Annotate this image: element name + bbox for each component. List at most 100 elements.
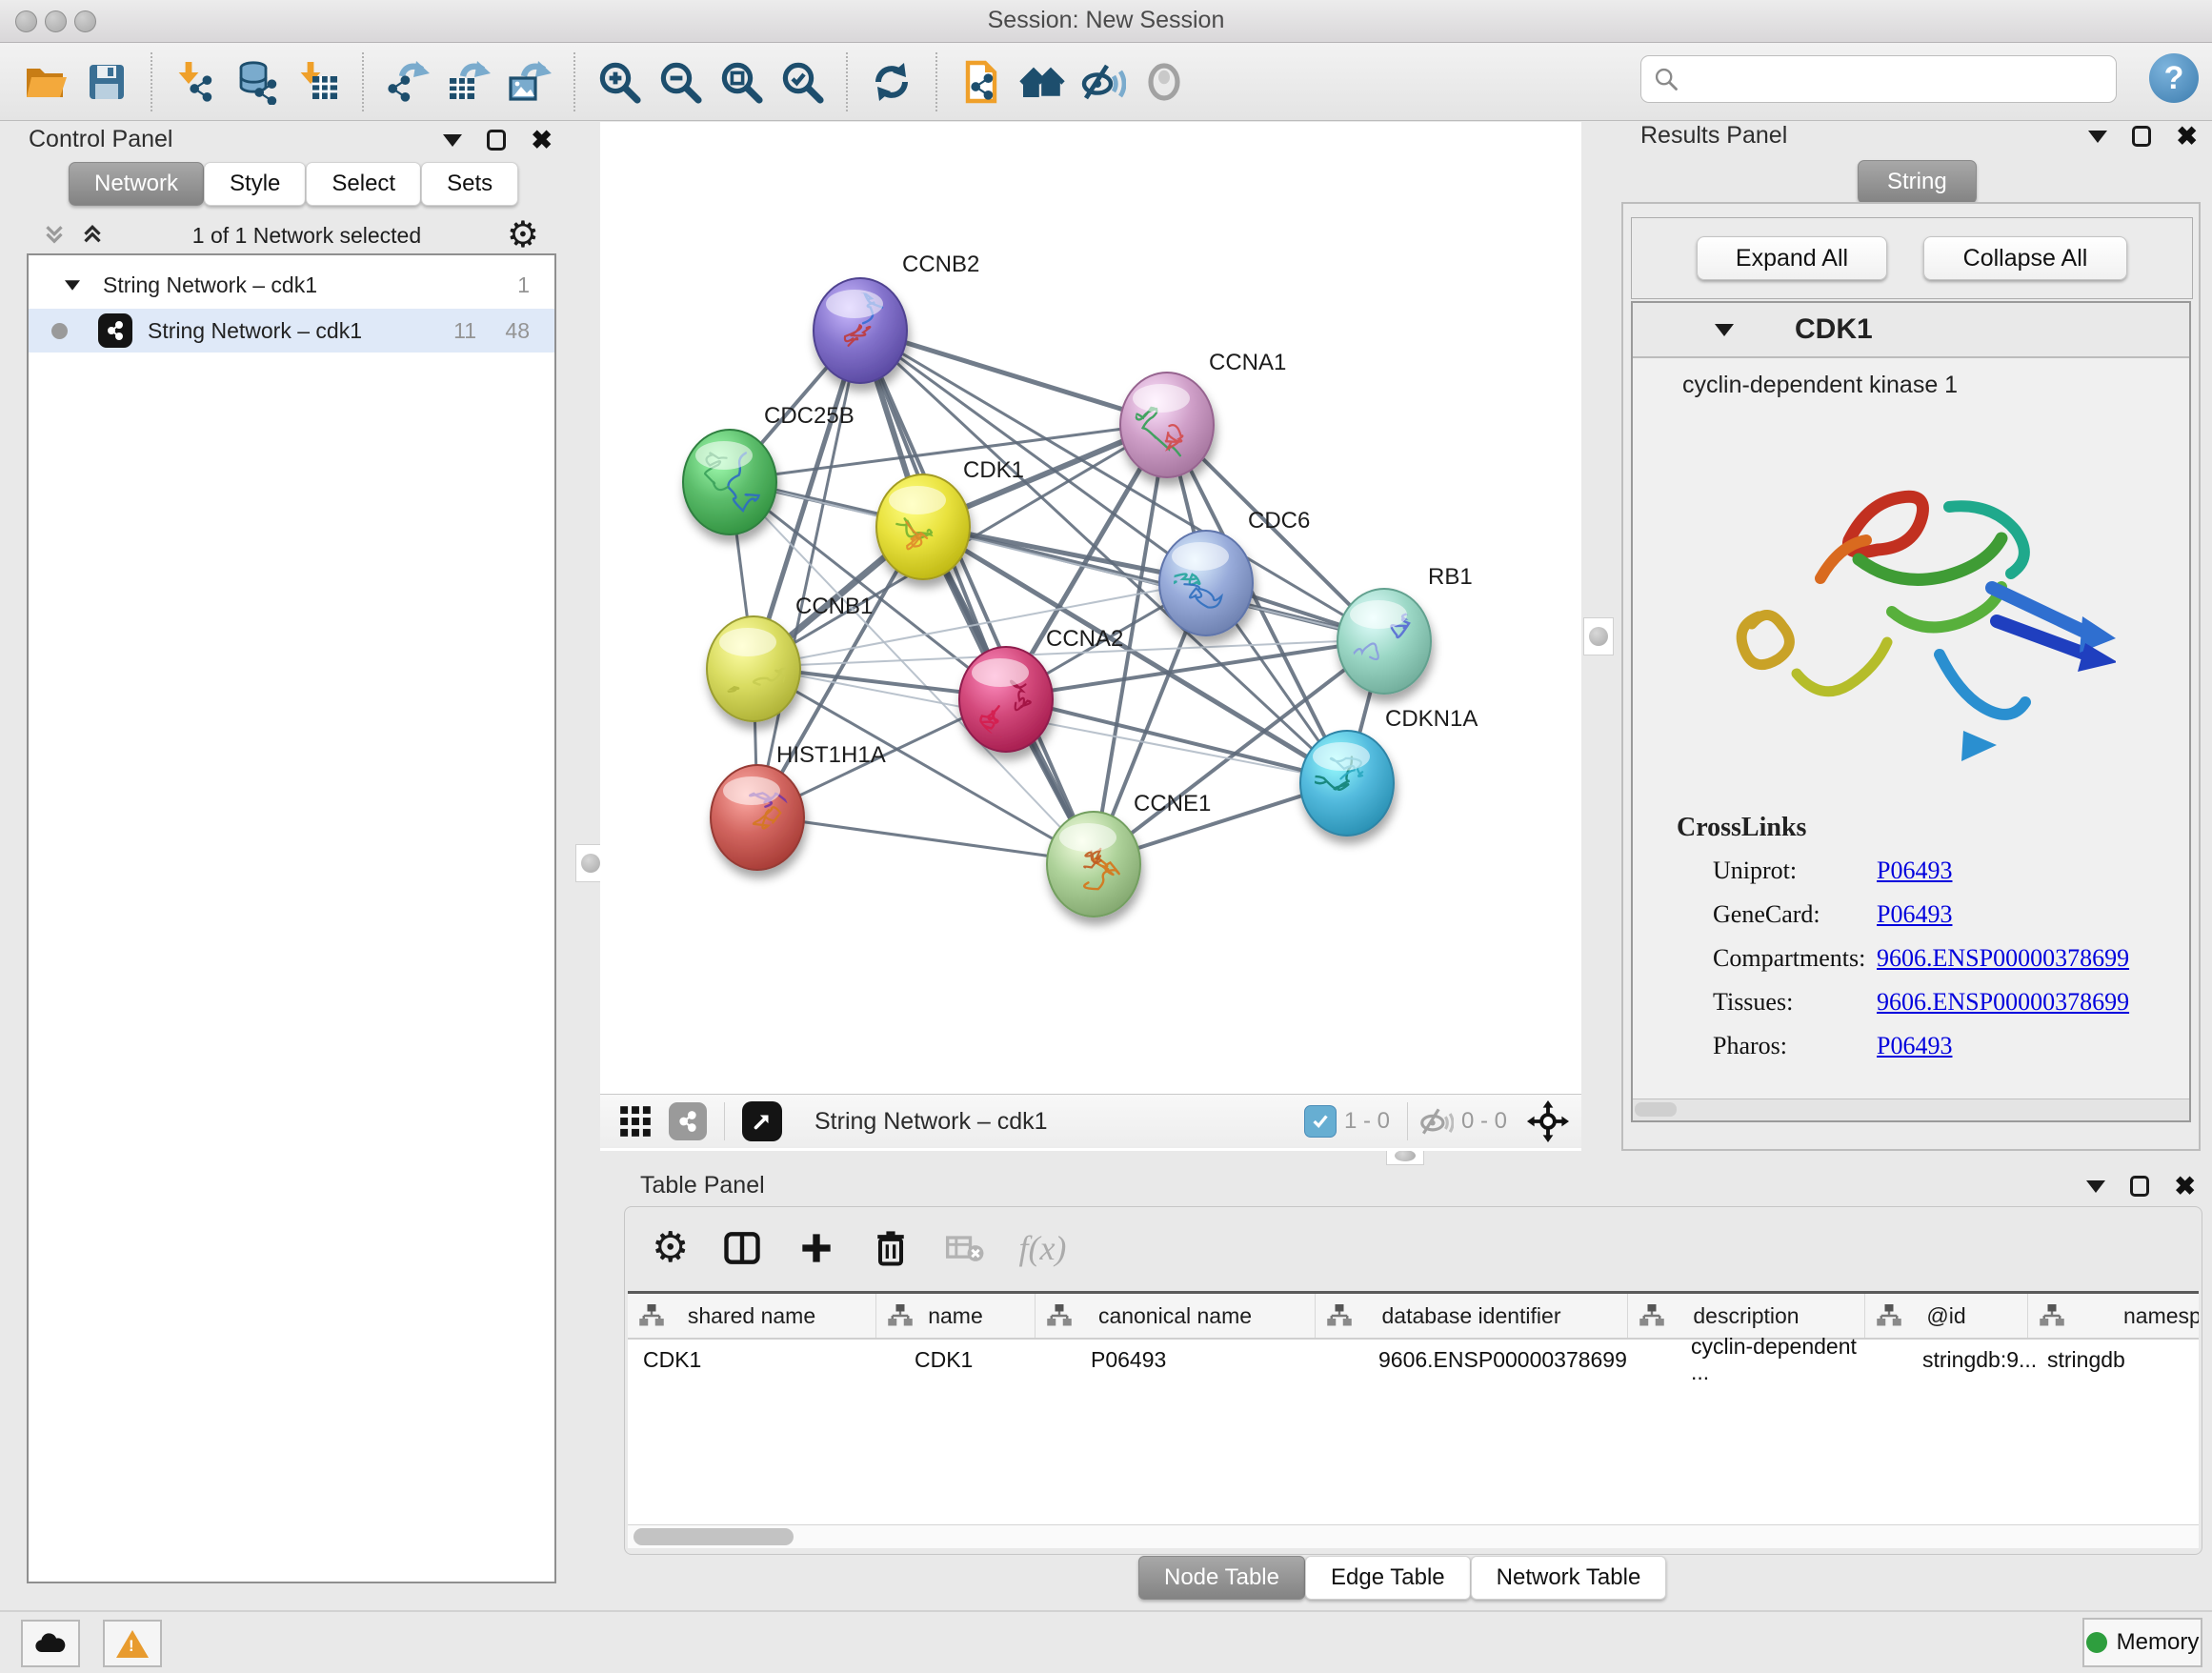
collection-expand-icon[interactable] (65, 280, 80, 290)
crosslink-link[interactable]: P06493 (1877, 857, 1952, 885)
home-button[interactable] (1015, 52, 1070, 111)
results-panel-menu-icon[interactable] (2088, 131, 2107, 143)
network-options-gear-icon[interactable]: ⚙ (507, 219, 539, 252)
table-hscrollbar[interactable] (628, 1524, 2199, 1548)
node-CCNE1[interactable] (1047, 812, 1140, 917)
zoom-in-button[interactable] (592, 52, 647, 111)
network-list-header: 1 of 1 Network selected ⚙ (27, 217, 553, 253)
results-panel-close-icon[interactable]: ✖ (2176, 126, 2198, 147)
node-CDK1[interactable] (876, 474, 970, 579)
search-box[interactable] (1640, 55, 2117, 103)
network-view: CCNB2 CCNA1 CDC25B CDK1 CDC6 (600, 122, 1581, 1151)
node-CCNB1[interactable] (694, 616, 800, 721)
tab-select[interactable]: Select (306, 162, 421, 206)
grid-view-icon[interactable] (617, 1103, 654, 1139)
crosslink-link[interactable]: P06493 (1877, 1032, 1952, 1060)
open-file-button[interactable] (18, 52, 73, 111)
cell-id[interactable]: stringdb:9... (1865, 1340, 2028, 1380)
cdk1-section-header[interactable]: CDK1 (1633, 303, 2189, 358)
control-panel-float-icon[interactable] (487, 130, 506, 151)
memory-button[interactable]: Memory (2082, 1618, 2202, 1667)
show-columns-icon[interactable] (721, 1227, 763, 1269)
export-network-button[interactable] (380, 52, 435, 111)
node-CDKN1A[interactable] (1300, 731, 1394, 836)
cell-databaseidentifier[interactable]: 9606.ENSP00000378699 (1316, 1340, 1628, 1380)
results-panel-float-icon[interactable] (2132, 126, 2151, 147)
table-row[interactable]: CDK1CDK1P064939606.ENSP00000378699cyclin… (628, 1340, 2199, 1380)
hide-panels-button[interactable] (1076, 52, 1131, 111)
table-panel-close-icon[interactable]: ✖ (2174, 1176, 2196, 1197)
help-button[interactable]: ? (2149, 53, 2199, 103)
node-HIST1H1A[interactable] (711, 765, 804, 870)
network-row[interactable]: String Network – cdk1 11 48 (29, 309, 554, 353)
control-panel-menu-icon[interactable] (443, 134, 462, 147)
node-CCNA1[interactable] (1120, 373, 1214, 477)
tab-sets[interactable]: Sets (421, 162, 518, 206)
cell-name[interactable]: CDK1 (876, 1340, 1036, 1380)
collapse-all-button[interactable]: Collapse All (1923, 236, 2127, 280)
cell-description[interactable]: cyclin-dependent ... (1628, 1340, 1865, 1380)
tab-node-table[interactable]: Node Table (1138, 1556, 1305, 1600)
cell-namespace[interactable]: stringdb (2028, 1340, 2199, 1380)
network-collection-row[interactable]: String Network – cdk1 1 (29, 263, 554, 307)
tab-edge-table[interactable]: Edge Table (1305, 1556, 1471, 1600)
column-header-sharedname[interactable]: shared name (628, 1294, 876, 1338)
string-style-icon[interactable] (669, 1102, 707, 1140)
node-RB1[interactable] (1337, 589, 1431, 694)
birds-eye-view-icon[interactable] (742, 1101, 782, 1141)
table-hscroll-thumb[interactable] (633, 1528, 794, 1545)
fit-selected-crosshair-icon[interactable] (1526, 1099, 1570, 1143)
import-table-button[interactable] (291, 52, 346, 111)
cdk1-collapse-icon[interactable] (1715, 324, 1734, 336)
share-document-button[interactable] (954, 52, 1009, 111)
crosslink-link[interactable]: P06493 (1877, 900, 1952, 929)
collapse-all-icon[interactable] (40, 221, 69, 250)
zoom-fit-button[interactable] (714, 52, 769, 111)
column-header-databaseidentifier[interactable]: database identifier (1316, 1294, 1628, 1338)
cloud-status-button[interactable] (21, 1620, 80, 1667)
node-label-CDC25B: CDC25B (764, 403, 855, 429)
import-network-button[interactable] (169, 52, 224, 111)
tab-style[interactable]: Style (204, 162, 306, 206)
table-options-gear-icon[interactable]: ⚙ (652, 1232, 689, 1264)
column-header-canonicalname[interactable]: canonical name (1036, 1294, 1316, 1338)
expand-all-button[interactable]: Expand All (1697, 236, 1887, 280)
tab-network[interactable]: Network (69, 162, 204, 206)
delete-column-icon[interactable] (870, 1227, 912, 1269)
right-splitter-handle[interactable] (1583, 617, 1614, 655)
save-session-button[interactable] (79, 52, 134, 111)
crosslink-link[interactable]: 9606.ENSP00000378699 (1877, 988, 2129, 1017)
crosslink-link[interactable]: 9606.ENSP00000378699 (1877, 944, 2129, 973)
tab-string[interactable]: String (1858, 160, 1977, 204)
node-CCNA2[interactable] (959, 647, 1053, 752)
search-input[interactable] (1679, 65, 2093, 93)
edge-HIST1H1A-CCNE1[interactable] (757, 816, 1094, 862)
network-canvas[interactable]: CCNB2 CCNA1 CDC25B CDK1 CDC6 (600, 122, 1581, 1094)
import-network-from-database-button[interactable] (230, 52, 285, 111)
column-header-namespace[interactable]: namespace (2028, 1294, 2199, 1338)
add-column-icon[interactable] (795, 1227, 837, 1269)
results-hscroll-thumb[interactable] (1635, 1102, 1677, 1117)
warnings-button[interactable]: ! (103, 1620, 162, 1667)
table-panel-menu-icon[interactable] (2086, 1180, 2105, 1193)
control-panel-close-icon[interactable]: ✖ (531, 130, 553, 151)
column-header-name[interactable]: name (876, 1294, 1036, 1338)
node-CDC25B[interactable] (683, 430, 776, 534)
edge-CCNB2-CCNE1[interactable] (860, 329, 1094, 862)
refresh-view-button[interactable] (864, 52, 919, 111)
zoom-selected-button[interactable] (774, 52, 830, 111)
show-panels-button[interactable] (1136, 52, 1192, 111)
zoom-out-button[interactable] (653, 52, 708, 111)
node-CCNB2[interactable] (814, 278, 907, 383)
export-image-button[interactable] (502, 52, 557, 111)
column-header-description[interactable]: description (1628, 1294, 1865, 1338)
node-CDC6[interactable] (1157, 531, 1253, 635)
cell-canonicalname[interactable]: P06493 (1036, 1340, 1316, 1380)
column-header-id[interactable]: @id (1865, 1294, 2028, 1338)
export-table-button[interactable] (441, 52, 496, 111)
tab-network-table[interactable]: Network Table (1471, 1556, 1667, 1600)
expand-all-icon[interactable] (78, 221, 107, 250)
cell-sharedname[interactable]: CDK1 (628, 1340, 876, 1380)
table-panel-float-icon[interactable] (2130, 1176, 2149, 1197)
selected-checkbox-icon[interactable] (1304, 1105, 1337, 1138)
